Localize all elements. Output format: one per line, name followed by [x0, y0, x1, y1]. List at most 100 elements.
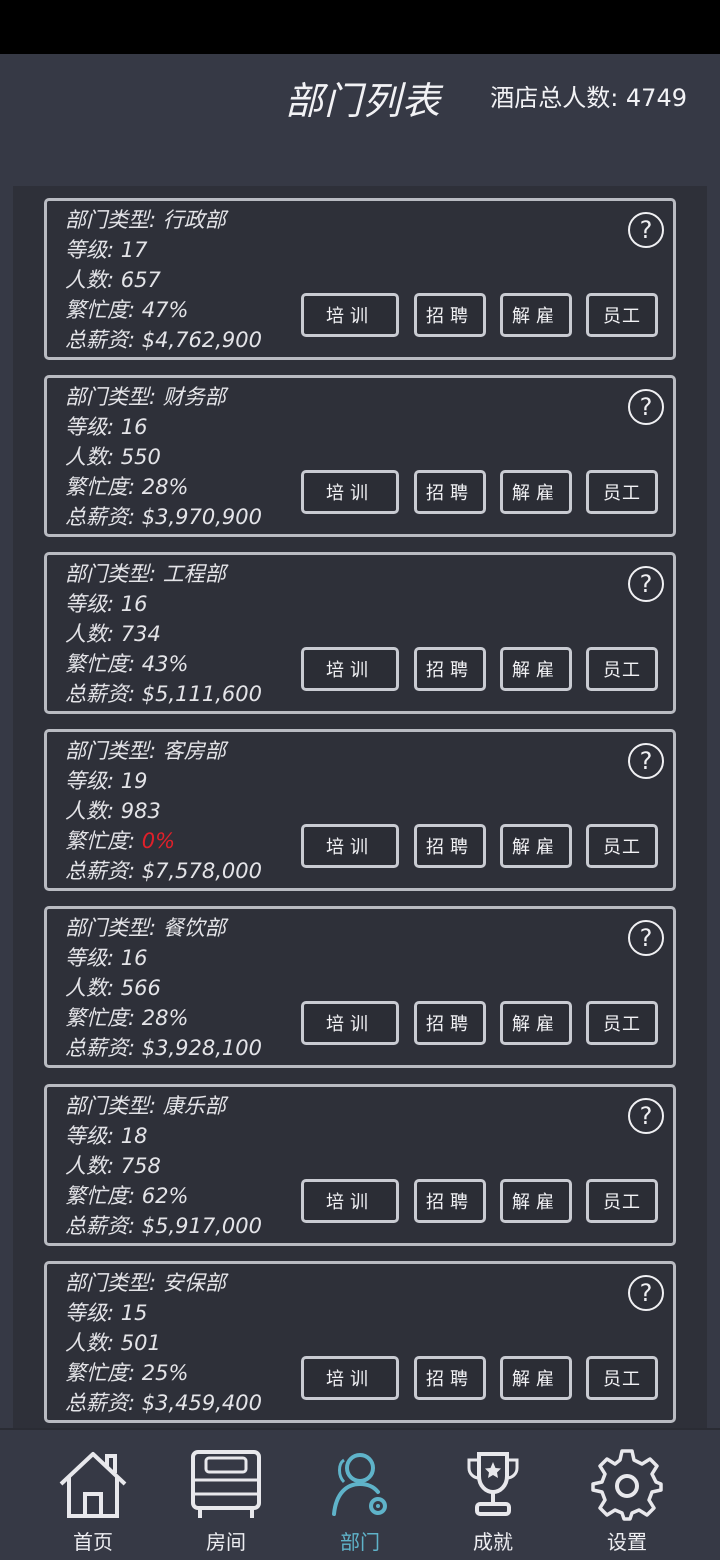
- hire-button[interactable]: 招聘: [414, 647, 486, 691]
- fire-button[interactable]: 解雇: [500, 1001, 572, 1045]
- staff-button[interactable]: 员工: [586, 470, 658, 514]
- help-icon[interactable]: ?: [628, 212, 664, 248]
- department-salary: 总薪资: $5,111,600: [65, 682, 262, 706]
- train-button[interactable]: 培训: [301, 293, 399, 337]
- department-count: 人数: 657: [65, 268, 161, 292]
- status-bar: [0, 0, 720, 54]
- department-type: 部门类型: 康乐部: [65, 1094, 226, 1118]
- staff-button[interactable]: 员工: [586, 1356, 658, 1400]
- busy-value: 28%: [141, 1006, 189, 1030]
- department-count: 人数: 758: [65, 1154, 161, 1178]
- busy-label: 繁忙度:: [65, 652, 142, 676]
- department-type: 部门类型: 财务部: [65, 385, 226, 409]
- train-button[interactable]: 培训: [301, 824, 399, 868]
- busy-value: 62%: [141, 1184, 189, 1208]
- department-busy: 繁忙度: 25%: [65, 1358, 188, 1388]
- staff-button[interactable]: 员工: [586, 293, 658, 337]
- fire-button[interactable]: 解雇: [500, 824, 572, 868]
- department-salary: 总薪资: $3,970,900: [65, 505, 262, 529]
- help-icon[interactable]: ?: [628, 566, 664, 602]
- fire-button[interactable]: 解雇: [500, 293, 572, 337]
- train-button[interactable]: 培训: [301, 1179, 399, 1223]
- hire-button[interactable]: 招聘: [414, 1001, 486, 1045]
- train-button[interactable]: 培训: [301, 1356, 399, 1400]
- department-count: 人数: 983: [65, 799, 161, 823]
- nav-home[interactable]: 首页: [28, 1430, 158, 1560]
- help-icon[interactable]: ?: [628, 389, 664, 425]
- department-salary: 总薪资: $4,762,900: [65, 328, 262, 352]
- busy-label: 繁忙度:: [65, 298, 142, 322]
- busy-value: 0%: [141, 829, 176, 853]
- nav-label: 房间: [206, 1530, 246, 1554]
- department-type: 部门类型: 工程部: [65, 562, 226, 586]
- department-busy: 繁忙度: 47%: [65, 295, 188, 325]
- department-card: 部门类型: 客房部 等级: 19 人数: 983 总薪资: $7,578,000 繁忙度…: [44, 729, 676, 891]
- bed-icon: [191, 1450, 261, 1518]
- nav-settings[interactable]: 设置: [562, 1430, 692, 1560]
- train-button[interactable]: 培训: [301, 647, 399, 691]
- train-button[interactable]: 培训: [301, 1001, 399, 1045]
- hotel-total-staff: 酒店总人数: 4749: [490, 84, 687, 112]
- train-button[interactable]: 培训: [301, 470, 399, 514]
- department-count: 人数: 566: [65, 976, 161, 1000]
- department-icon: [332, 1453, 387, 1516]
- department-type: 部门类型: 餐饮部: [65, 916, 226, 940]
- fire-button[interactable]: 解雇: [500, 1179, 572, 1223]
- department-type: 部门类型: 行政部: [65, 208, 226, 232]
- department-busy: 繁忙度: 62%: [65, 1181, 188, 1211]
- busy-label: 繁忙度:: [65, 829, 142, 853]
- hire-button[interactable]: 招聘: [414, 293, 486, 337]
- department-busy: 繁忙度: 43%: [65, 649, 188, 679]
- department-card: 部门类型: 餐饮部 等级: 16 人数: 566 总薪资: $3,928,100 繁忙度…: [44, 906, 676, 1068]
- department-salary: 总薪资: $5,917,000: [65, 1214, 262, 1238]
- nav-label: 成就: [473, 1530, 513, 1554]
- department-list[interactable]: 部门类型: 行政部 等级: 17 人数: 657 总薪资: $4,762,900 繁忙度…: [13, 186, 707, 1428]
- trophy-icon: [467, 1452, 519, 1516]
- department-salary: 总薪资: $7,578,000: [65, 859, 262, 883]
- hire-button[interactable]: 招聘: [414, 470, 486, 514]
- staff-button[interactable]: 员工: [586, 824, 658, 868]
- staff-button[interactable]: 员工: [586, 1179, 658, 1223]
- busy-value: 28%: [141, 475, 189, 499]
- home-icon: [59, 1452, 127, 1518]
- department-level: 等级: 19: [65, 769, 148, 793]
- department-level: 等级: 15: [65, 1301, 148, 1325]
- department-busy: 繁忙度: 28%: [65, 1003, 188, 1033]
- department-card: 部门类型: 工程部 等级: 16 人数: 734 总薪资: $5,111,600 繁忙度…: [44, 552, 676, 714]
- help-icon[interactable]: ?: [628, 920, 664, 956]
- fire-button[interactable]: 解雇: [500, 470, 572, 514]
- fire-button[interactable]: 解雇: [500, 647, 572, 691]
- department-level: 等级: 17: [65, 238, 148, 262]
- department-level: 等级: 16: [65, 946, 148, 970]
- department-level: 等级: 16: [65, 415, 148, 439]
- help-icon[interactable]: ?: [628, 743, 664, 779]
- fire-button[interactable]: 解雇: [500, 1356, 572, 1400]
- bottom-nav: 首页 房间 部门 成就 设置: [0, 1428, 720, 1560]
- busy-label: 繁忙度:: [65, 475, 142, 499]
- department-card: 部门类型: 康乐部 等级: 18 人数: 758 总薪资: $5,917,000 繁忙度…: [44, 1084, 676, 1246]
- nav-label: 首页: [73, 1530, 113, 1554]
- help-icon[interactable]: ?: [628, 1275, 664, 1311]
- staff-button[interactable]: 员工: [586, 1001, 658, 1045]
- nav-department[interactable]: 部门: [295, 1430, 425, 1560]
- department-level: 等级: 16: [65, 592, 148, 616]
- staff-button[interactable]: 员工: [586, 647, 658, 691]
- department-card: 部门类型: 行政部 等级: 17 人数: 657 总薪资: $4,762,900 繁忙度…: [44, 198, 676, 360]
- busy-label: 繁忙度:: [65, 1184, 142, 1208]
- hire-button[interactable]: 招聘: [414, 1179, 486, 1223]
- department-count: 人数: 550: [65, 445, 161, 469]
- hire-button[interactable]: 招聘: [414, 824, 486, 868]
- department-salary: 总薪资: $3,459,400: [65, 1391, 262, 1415]
- nav-rooms[interactable]: 房间: [161, 1430, 291, 1560]
- hire-button[interactable]: 招聘: [414, 1356, 486, 1400]
- department-busy: 繁忙度: 28%: [65, 472, 188, 502]
- busy-value: 47%: [141, 298, 189, 322]
- help-icon[interactable]: ?: [628, 1098, 664, 1134]
- nav-achievements[interactable]: 成就: [428, 1430, 558, 1560]
- department-type: 部门类型: 安保部: [65, 1271, 226, 1295]
- busy-value: 25%: [141, 1361, 189, 1385]
- department-count: 人数: 734: [65, 622, 161, 646]
- busy-label: 繁忙度:: [65, 1361, 142, 1385]
- department-card: 部门类型: 财务部 等级: 16 人数: 550 总薪资: $3,970,900 繁忙度…: [44, 375, 676, 537]
- page-title: 部门列表: [285, 79, 442, 123]
